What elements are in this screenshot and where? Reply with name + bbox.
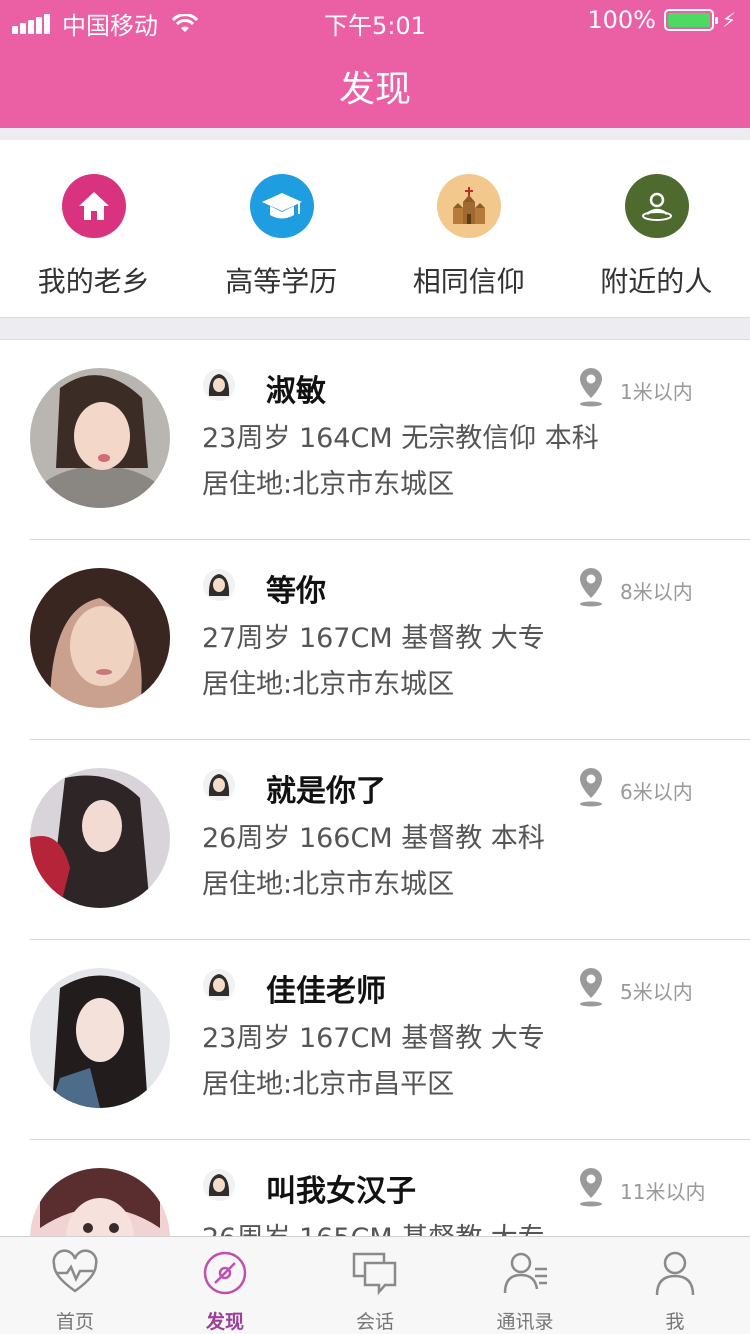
list-item[interactable]: 就是你了 6米以内 26周岁 166CM 基督教 本科 居住地:北京市东城区 <box>0 740 750 940</box>
location-pin-icon <box>580 768 602 807</box>
tab-label: 首页 <box>55 1311 94 1333</box>
avatar[interactable] <box>30 568 170 708</box>
user-info: 27周岁 167CM 基督教 大专 <box>202 623 545 654</box>
female-icon <box>203 569 235 601</box>
nav-header: 中国移动 下午5:01 100% ⚡ 发现 <box>0 0 750 128</box>
church-icon <box>437 174 501 238</box>
person-icon <box>655 1251 695 1296</box>
tab-label: 会话 <box>355 1311 394 1333</box>
user-address: 居住地:北京市东城区 <box>202 469 455 500</box>
discover-icon <box>203 1251 247 1295</box>
list-item[interactable]: 佳佳老师 5米以内 23周岁 167CM 基督教 大专 居住地:北京市昌平区 <box>0 940 750 1140</box>
tab-contacts[interactable]: 通讯录 <box>450 1237 600 1334</box>
page-title: 发现 <box>338 69 411 110</box>
category-faith[interactable]: 相同信仰 <box>375 140 563 317</box>
location-pin-icon <box>580 568 602 607</box>
user-name: 就是你了 <box>266 774 386 809</box>
tab-label: 通讯录 <box>496 1311 554 1333</box>
contacts-icon <box>503 1252 547 1294</box>
location-pin-icon <box>580 1168 602 1207</box>
avatar[interactable] <box>30 1168 170 1236</box>
distance-label: 11米以内 <box>620 1180 706 1204</box>
user-address: 居住地:北京市东城区 <box>202 869 455 900</box>
tab-home[interactable]: 首页 <box>0 1237 150 1334</box>
tab-bar: 首页 发现 会话 通讯录 我 <box>0 1236 750 1334</box>
user-info: 26周岁 166CM 基督教 本科 <box>202 823 545 854</box>
category-row: 我的老乡 高等学历 相同信仰 附近的人 <box>0 140 750 318</box>
female-icon <box>203 969 235 1001</box>
tab-discover[interactable]: 发现 <box>150 1237 300 1334</box>
female-icon <box>203 1169 235 1201</box>
heart-pulse-icon <box>52 1249 98 1293</box>
divider <box>0 318 750 340</box>
tab-label: 我 <box>665 1311 685 1333</box>
list-item[interactable]: 淑敏 1米以内 23周岁 164CM 无宗教信仰 本科 居住地:北京市东城区 <box>0 340 750 540</box>
user-name: 佳佳老师 <box>266 974 386 1009</box>
tab-chat[interactable]: 会话 <box>300 1237 450 1334</box>
battery-percent: 100% <box>587 6 656 34</box>
list-item[interactable]: 等你 8米以内 27周岁 167CM 基督教 大专 居住地:北京市东城区 <box>0 540 750 740</box>
avatar[interactable] <box>30 968 170 1108</box>
user-info: 26周岁 165CM 基督教 大专 <box>202 1216 545 1236</box>
user-address: 居住地:北京市昌平区 <box>202 1069 455 1100</box>
location-pin-icon <box>580 968 602 1007</box>
chat-icon <box>352 1252 397 1296</box>
category-label: 相同信仰 <box>412 265 525 298</box>
user-list: 淑敏 1米以内 23周岁 164CM 无宗教信仰 本科 居住地:北京市东城区 等… <box>0 340 750 1236</box>
category-education[interactable]: 高等学历 <box>188 140 376 317</box>
nearby-person-icon <box>624 174 689 238</box>
female-icon <box>203 769 235 801</box>
category-label: 高等学历 <box>225 265 338 298</box>
distance-label: 5米以内 <box>620 980 693 1004</box>
user-name: 叫我女汉子 <box>266 1174 416 1209</box>
avatar[interactable] <box>30 768 170 908</box>
category-nearby[interactable]: 附近的人 <box>563 140 750 317</box>
status-bar: 中国移动 下午5:01 100% ⚡ <box>0 0 750 40</box>
category-hometown[interactable]: 我的老乡 <box>0 140 188 317</box>
distance-label: 6米以内 <box>620 780 693 804</box>
category-label: 我的老乡 <box>37 265 150 298</box>
category-label: 附近的人 <box>600 265 713 298</box>
user-info: 23周岁 164CM 无宗教信仰 本科 <box>202 423 599 454</box>
list-item[interactable]: 叫我女汉子 11米以内 26周岁 165CM 基督教 大专 <box>0 1140 750 1236</box>
avatar[interactable] <box>30 368 170 508</box>
charging-icon: ⚡ <box>721 8 736 32</box>
user-address: 居住地:北京市东城区 <box>202 669 455 700</box>
user-name: 淑敏 <box>266 374 326 409</box>
tab-label: 发现 <box>205 1311 244 1333</box>
divider <box>0 128 750 140</box>
home-icon <box>62 174 126 238</box>
distance-label: 1米以内 <box>620 380 693 404</box>
graduation-cap-icon <box>249 174 314 238</box>
user-info: 23周岁 167CM 基督教 大专 <box>202 1023 545 1054</box>
female-icon <box>203 369 235 401</box>
location-pin-icon <box>580 368 602 407</box>
distance-label: 8米以内 <box>620 580 693 604</box>
tab-me[interactable]: 我 <box>600 1237 750 1334</box>
user-name: 等你 <box>266 574 326 609</box>
battery-icon <box>663 9 718 31</box>
